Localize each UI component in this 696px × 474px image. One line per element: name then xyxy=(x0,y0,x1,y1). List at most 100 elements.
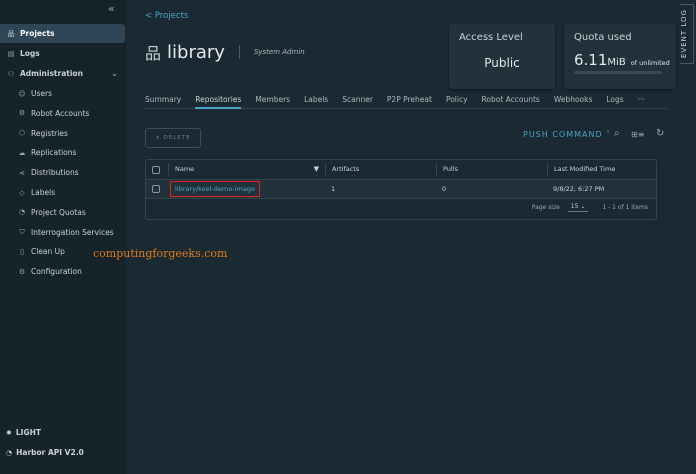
label: Logs xyxy=(20,49,40,58)
push-command-dropdown[interactable]: PUSH COMMAND ˅ xyxy=(523,130,611,139)
role: System Admin xyxy=(253,48,305,56)
project-icon: 品 xyxy=(145,44,162,63)
chevron-down-icon: ⌄ xyxy=(111,69,118,78)
tab-repositories[interactable]: Repositories xyxy=(195,95,242,109)
table-header: Name ▼ Artifacts Pulls Last Modified Time xyxy=(146,160,656,179)
search-icon[interactable]: ⌕ xyxy=(614,128,620,139)
sidebar-item-replications[interactable]: ☁ Replications xyxy=(0,143,126,162)
more-tabs-button[interactable]: ··· xyxy=(638,95,645,109)
pagination: Page size 15 ⌄ 1 - 1 of 1 items xyxy=(532,202,648,212)
event-log-button[interactable]: EVENT LOG xyxy=(680,4,694,64)
sidebar-item-configuration[interactable]: ⚙ Configuration xyxy=(0,262,126,281)
sidebar-item-interrogation-services[interactable]: ⛉ Interrogation Services xyxy=(0,223,126,242)
sidebar-item-logs[interactable]: ▤ Logs xyxy=(0,44,126,63)
robot-accounts-icon: ⚙ xyxy=(18,109,26,118)
tab-logs[interactable]: Logs xyxy=(606,95,623,109)
column-last-modified[interactable]: Last Modified Time xyxy=(547,162,656,177)
repositories-table: Name ▼ Artifacts Pulls Last Modified Time… xyxy=(145,159,657,220)
row-checkbox[interactable] xyxy=(152,185,160,193)
project-name: library xyxy=(167,41,225,63)
column-artifacts[interactable]: Artifacts xyxy=(325,162,436,177)
label: Clean Up xyxy=(31,247,65,257)
labels-icon: ◇ xyxy=(19,188,25,197)
tab-labels[interactable]: Labels xyxy=(304,95,328,109)
configuration-icon: ⚙ xyxy=(18,267,26,276)
sidebar-item-registries[interactable]: ⬡ Registries xyxy=(0,124,126,143)
label: Administration xyxy=(20,69,83,78)
quota-number: 6.11 xyxy=(574,51,608,69)
label: Distributions xyxy=(31,168,79,178)
repository-link[interactable]: library/keel-demo-image xyxy=(170,181,260,197)
label: Users xyxy=(31,89,53,98)
project-tabs: Summary Repositories Members Labels Scanner P… xyxy=(145,95,667,109)
sidebar-item-users[interactable]: ☺ Users xyxy=(0,84,126,103)
last-modified: 9/8/22, 6:27 PM xyxy=(553,185,605,193)
administration-icon: ⚇ xyxy=(7,69,15,78)
column-pulls[interactable]: Pulls xyxy=(436,162,547,177)
page-size-value: 15 xyxy=(570,203,579,210)
sidebar-item-robot-accounts[interactable]: ⚙ Robot Accounts xyxy=(0,104,126,123)
label: Configuration xyxy=(31,267,82,277)
quota-value: 6.11MiB of unlimited xyxy=(574,50,670,69)
filter-icon[interactable]: ▼ xyxy=(314,165,319,173)
header-label: Last Modified Time xyxy=(554,165,616,174)
table-row: library/keel-demo-image 1 0 9/8/22, 6:27… xyxy=(146,179,656,199)
label: Robot Accounts xyxy=(31,108,90,118)
card-label: Quota used xyxy=(574,32,632,43)
label: Registries xyxy=(31,128,68,138)
view-toggle-icon[interactable]: ⊞≡ xyxy=(631,130,644,139)
page-size-select[interactable]: 15 ⌄ xyxy=(567,202,589,212)
back-to-projects-link[interactable]: < Projects xyxy=(145,11,188,21)
label: Projects xyxy=(20,29,55,38)
sun-icon: ✹ xyxy=(6,428,12,437)
select-all-checkbox[interactable] xyxy=(152,165,160,174)
sidebar-item-distributions[interactable]: ⋖ Distributions xyxy=(0,163,126,182)
label: Labels xyxy=(31,188,56,197)
project-quotas-icon: ◔ xyxy=(18,208,26,217)
clean-up-icon: ▯ xyxy=(20,247,24,256)
page-size-label: Page size xyxy=(531,203,560,211)
label: Replications xyxy=(31,148,77,158)
users-icon: ☺ xyxy=(18,89,26,98)
card-label: Access Level xyxy=(459,32,523,43)
label: Interrogation Services xyxy=(31,227,114,237)
tab-members[interactable]: Members xyxy=(255,95,290,109)
tab-policy[interactable]: Policy xyxy=(446,95,468,109)
tab-p2p-preheat[interactable]: P2P Preheat xyxy=(387,95,432,109)
quota-bar xyxy=(574,71,662,74)
registries-icon: ⬡ xyxy=(18,129,26,138)
replications-icon: ☁ xyxy=(18,148,26,157)
tab-scanner[interactable]: Scanner xyxy=(342,95,373,109)
access-value: Public xyxy=(484,56,520,70)
tab-webhooks[interactable]: Webhooks xyxy=(554,95,593,109)
sidebar-item-project-quotas[interactable]: ◔ Project Quotas xyxy=(0,203,126,222)
item-range: 1 - 1 of 1 items xyxy=(602,203,648,211)
theme-toggle[interactable]: ✹ LIGHT xyxy=(6,428,41,437)
sidebar-item-projects[interactable]: 品 Projects xyxy=(0,24,125,43)
projects-icon: 品 xyxy=(7,29,15,38)
api-icon: ◔ xyxy=(6,448,13,457)
column-name[interactable]: Name ▼ xyxy=(168,162,325,177)
artifacts-count: 1 xyxy=(331,185,336,193)
delete-button[interactable]: ✕ DELETE xyxy=(145,128,201,148)
refresh-icon[interactable]: ↻ xyxy=(656,128,664,139)
divider xyxy=(238,45,240,59)
header-label: Pulls xyxy=(443,165,458,174)
quota-unit: MiB xyxy=(607,57,626,68)
header-label: Name xyxy=(175,165,195,174)
project-header: 品 library System Admin xyxy=(145,40,305,64)
access-level-card: Access Level Public xyxy=(449,24,555,89)
sidebar-item-labels[interactable]: ◇ Labels xyxy=(0,183,126,202)
collapse-sidebar-icon[interactable]: « xyxy=(108,2,115,15)
quota-suffix: of unlimited xyxy=(630,59,670,67)
label: Harbor API V2.0 xyxy=(16,448,84,457)
distributions-icon: ⋖ xyxy=(19,168,25,177)
watermark: computingforgeeks.com xyxy=(93,247,228,260)
sidebar-item-administration[interactable]: ⚇ Administration ⌄ xyxy=(0,64,126,83)
harbor-api-link[interactable]: ◔ Harbor API V2.0 xyxy=(6,448,84,457)
logs-icon: ▤ xyxy=(7,49,15,58)
label: Project Quotas xyxy=(31,207,86,217)
sidebar: « 品 Projects ▤ Logs ⚇ Administration ⌄ ☺ User… xyxy=(0,0,126,474)
tab-summary[interactable]: Summary xyxy=(145,95,181,109)
tab-robot-accounts[interactable]: Robot Accounts xyxy=(482,95,540,109)
